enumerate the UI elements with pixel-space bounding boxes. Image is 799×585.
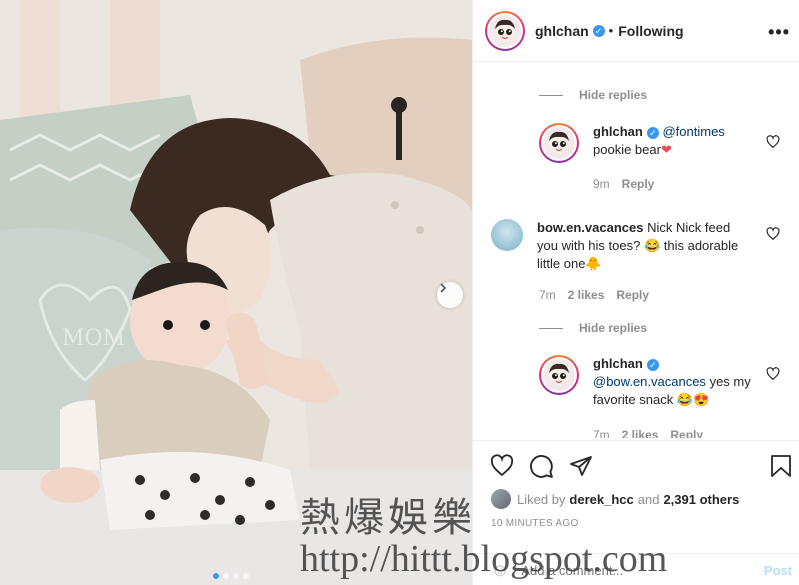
following-button[interactable]: Following xyxy=(618,23,683,39)
hide-replies-line xyxy=(539,94,563,96)
likes-count-button[interactable]: 2 likes xyxy=(568,288,605,302)
hide-replies-label: Hide replies xyxy=(579,321,648,335)
comment-text: ghlchan ✓ @fontimes pookie bear❤ xyxy=(593,123,763,163)
next-photo-button[interactable] xyxy=(437,282,463,308)
comment-username[interactable]: bow.en.vacances xyxy=(537,220,643,235)
mention-link[interactable]: @bow.en.vacances xyxy=(593,374,706,389)
hide-replies-button[interactable]: Hide replies xyxy=(539,321,647,335)
carousel-dot xyxy=(223,573,229,579)
watermark-title: 熱爆娛樂 xyxy=(300,495,476,541)
comment-bubble-icon[interactable] xyxy=(529,454,554,479)
chevron-right-icon xyxy=(440,283,447,293)
avatar-cartoon-icon xyxy=(549,131,569,154)
liker-avatar[interactable] xyxy=(491,489,511,509)
svg-text:MOM: MOM xyxy=(62,326,125,351)
like-comment-heart-icon[interactable] xyxy=(766,227,780,241)
comment-text: bow.en.vacances Nick Nick feed you with … xyxy=(537,219,747,273)
red-heart-emoji: ❤ xyxy=(660,142,672,157)
comment-meta: 7m 2 likes Reply xyxy=(593,428,703,438)
like-heart-icon[interactable] xyxy=(489,454,515,478)
liked-by-summary: Liked by derek_hcc and 2,391 others xyxy=(491,489,743,509)
comments-list[interactable]: ~~~~ ~~ ~ Hide replies ghl xyxy=(473,63,799,438)
save-bookmark-icon[interactable] xyxy=(770,454,792,478)
avatar[interactable] xyxy=(491,219,523,251)
mention-link[interactable]: @fontimes xyxy=(662,124,724,139)
comment-meta: 7m 2 likes Reply xyxy=(539,288,649,302)
more-horizontal-icon[interactable]: ••• xyxy=(768,22,790,43)
post-timestamp[interactable]: 10 MINUTES AGO xyxy=(491,518,579,529)
reply-button[interactable]: Reply xyxy=(622,177,655,191)
comment-age: 9m xyxy=(593,177,610,191)
header-username[interactable]: ghlchan xyxy=(535,23,589,39)
avatar-cartoon-icon xyxy=(549,363,569,386)
and-label: and xyxy=(637,491,660,507)
avatar[interactable] xyxy=(539,123,579,163)
likes-others-button[interactable]: 2,391 others xyxy=(663,492,739,507)
reply-comment: ghlchan ✓ @bow.en.vacances yes my favorit… xyxy=(539,355,763,409)
clipped-reply-fragment: ~~~~ ~~ ~ xyxy=(593,63,649,69)
post-header: ghlchan ✓ • Following ••• xyxy=(473,0,799,62)
likes-count-button[interactable]: 2 likes xyxy=(622,428,659,438)
hide-replies-label: Hide replies xyxy=(579,88,648,102)
like-comment-heart-icon[interactable] xyxy=(766,135,780,149)
liked-by-label: Liked by xyxy=(517,491,566,507)
comment-username[interactable]: ghlchan xyxy=(593,356,643,371)
like-comment-heart-icon[interactable] xyxy=(766,367,780,381)
reply-comment: ghlchan ✓ @fontimes pookie bear❤ xyxy=(539,123,763,163)
comment-meta: 9m Reply xyxy=(593,177,654,191)
carousel-dot xyxy=(213,573,219,579)
avatar[interactable] xyxy=(539,355,579,395)
comment-text: ghlchan ✓ @bow.en.vacances yes my favorit… xyxy=(593,355,763,409)
comment: bow.en.vacances Nick Nick feed you with … xyxy=(489,219,747,273)
verified-badge-icon: ✓ xyxy=(592,24,605,37)
comment-body: pookie bear xyxy=(593,142,661,157)
avatar-cartoon-icon xyxy=(495,19,515,42)
carousel-dot xyxy=(233,573,239,579)
carousel-indicator xyxy=(213,573,249,579)
reply-button[interactable]: Reply xyxy=(670,428,703,438)
reply-button[interactable]: Reply xyxy=(616,288,649,302)
hide-replies-button[interactable]: Hide replies xyxy=(539,88,647,102)
comment-username[interactable]: ghlchan xyxy=(593,124,643,139)
watermark-url: http://hittt.blogspot.com xyxy=(300,538,668,580)
separator-bullet: • xyxy=(608,23,614,38)
carousel-dot xyxy=(243,573,249,579)
verified-badge-icon: ✓ xyxy=(646,359,659,371)
avatar[interactable] xyxy=(485,10,525,51)
hide-replies-line xyxy=(539,327,563,329)
comment-age: 7m xyxy=(539,288,556,302)
post-comment-button[interactable]: Post xyxy=(764,563,792,578)
post-side-panel: ghlchan ✓ • Following ••• ~~~~ ~~ ~ Hide… xyxy=(472,0,799,585)
share-paper-plane-icon[interactable] xyxy=(569,454,593,478)
verified-badge-icon: ✓ xyxy=(646,127,659,139)
comment-age: 7m xyxy=(593,428,610,438)
liker-username[interactable]: derek_hcc xyxy=(569,492,633,507)
